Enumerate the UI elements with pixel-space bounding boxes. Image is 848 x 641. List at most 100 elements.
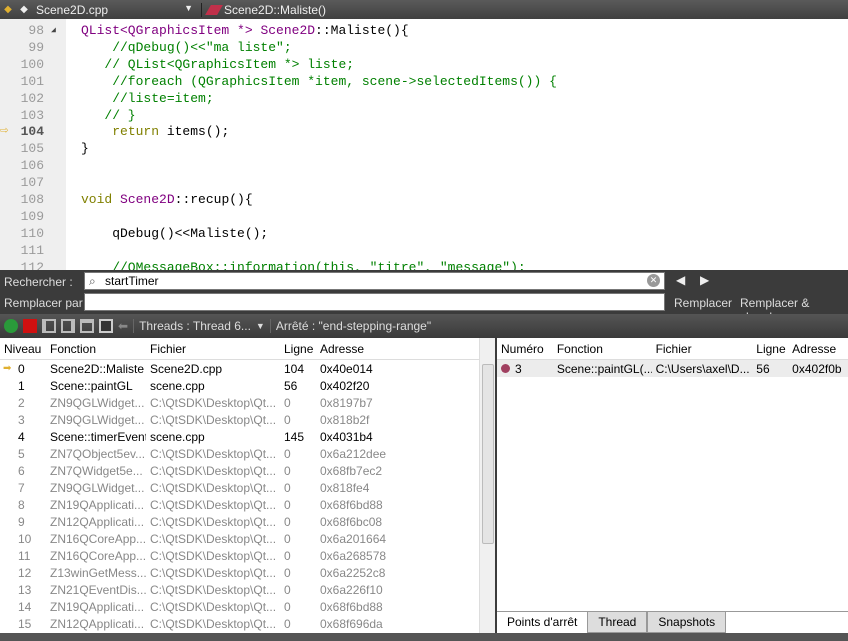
step-out-icon[interactable] (80, 319, 94, 333)
column-header[interactable]: Niveau (0, 342, 46, 356)
chevron-down-icon[interactable]: ▼ (256, 321, 265, 331)
find-previous-icon[interactable]: ◀ (676, 273, 685, 287)
code-token: //liste=item; (81, 90, 214, 106)
line-number: 108 (20, 192, 44, 207)
replace-button[interactable]: Remplacer (674, 296, 732, 310)
tab-points-d-arr-t[interactable]: Points d'arrêt (497, 612, 588, 633)
code-text: return items(); (81, 123, 229, 140)
code-token: //qDebug()<<"ma liste"; (81, 39, 292, 55)
reverse-arrow-icon[interactable]: ⬅ (118, 319, 128, 333)
stack-row[interactable]: 8 ZN19QApplicati... C:\QtSDK\Desktop\Qt...… (0, 496, 495, 513)
code-line: 110 qDebug()<<Maliste(); (0, 225, 848, 242)
stack-cell: 56 (284, 378, 298, 393)
stack-cell: C:\QtSDK\Desktop\Qt... (150, 480, 277, 495)
stack-cell: Scene2D.cpp (150, 361, 223, 376)
file-selector[interactable]: Scene2D.cpp ▼ (32, 2, 202, 17)
stack-cell: Scene::timerEvent (50, 429, 146, 444)
clear-icon[interactable]: ✕ (647, 274, 660, 287)
stack-cell: 0 (284, 463, 291, 478)
column-header[interactable]: Adresse (316, 342, 436, 356)
tab-snapshots[interactable]: Snapshots (647, 612, 727, 633)
threads-selector[interactable]: Threads : Thread 6... (133, 319, 251, 333)
step-into-icon[interactable] (61, 319, 75, 333)
stack-row[interactable]: 9 ZN12QApplicati... C:\QtSDK\Desktop\Qt...… (0, 513, 495, 530)
stack-cell: C:\QtSDK\Desktop\Qt... (150, 616, 277, 631)
code-token: // } (81, 107, 136, 123)
line-number: 101 (20, 73, 44, 89)
code-editor[interactable]: 98 ◢ QList<QGraphicsItem *> Scene2D::Malis… (0, 19, 848, 270)
stack-cell: 104 (284, 361, 305, 376)
column-header[interactable]: Fonction (46, 342, 146, 356)
stack-cell: 0x6a201664 (320, 531, 387, 546)
stack-cell: 2 (18, 395, 25, 410)
tab-thread[interactable]: Thread (587, 612, 648, 633)
stack-row[interactable]: 1 Scene::paintGL scene.cpp 56 0x402f20 (0, 377, 495, 394)
stack-cell: ZN16QCoreApp... (50, 548, 146, 563)
code-line: 112 //QMessageBox::information(this, "ti… (0, 259, 848, 270)
stack-row[interactable]: 13 ZN21QEventDis... C:\QtSDK\Desktop\Qt...… (0, 581, 495, 598)
find-next-icon[interactable]: ▶ (700, 273, 709, 287)
stack-row[interactable]: 6 ZN7QWidget5e... C:\QtSDK\Desktop\Qt... 0 0… (0, 462, 495, 479)
step-over-icon[interactable] (42, 319, 56, 333)
stack-cell: 0 (284, 548, 291, 563)
stack-cell: Scene::paintGL (50, 378, 133, 393)
stack-cell: scene.cpp (150, 378, 205, 393)
stack-row[interactable]: ➡ 0 Scene2D::Maliste Scene2D.cpp 104 0x40e014 (0, 360, 495, 377)
back-arrow-icon[interactable]: ◆ (0, 4, 16, 15)
stack-cell: 0 (284, 395, 291, 410)
search-input[interactable]: ⌕ startTimer ✕ (84, 272, 665, 290)
column-header[interactable]: Ligne (752, 342, 788, 356)
column-header[interactable]: Numéro (497, 342, 553, 356)
code-line: 103 // } (0, 107, 848, 124)
stack-row[interactable]: 10 ZN16QCoreApp... C:\QtSDK\Desktop\Qt... 0… (0, 530, 495, 547)
stack-cell: 0 (284, 480, 291, 495)
continue-icon[interactable] (4, 319, 18, 333)
stack-cell: 0 (284, 565, 291, 580)
stack-cell: 0x68f6bd88 (320, 599, 383, 614)
stack-cell: C:\QtSDK\Desktop\Qt... (150, 565, 277, 580)
stack-cell: 0 (284, 446, 291, 461)
stack-scrollbar[interactable] (479, 338, 495, 633)
column-header[interactable]: Ligne (280, 342, 316, 356)
stack-cell: 0 (284, 514, 291, 529)
stack-cell: 0x68f6bc08 (320, 514, 383, 529)
stack-row[interactable]: 3 ZN9QGLWidget... C:\QtSDK\Desktop\Qt... 0 0… (0, 411, 495, 428)
stack-cell: ZN19QApplicati... (50, 599, 145, 614)
code-token: Scene2D (260, 23, 316, 38)
column-header[interactable]: Adresse (788, 342, 848, 356)
stack-cell: ZN16QCoreApp... (50, 531, 146, 546)
line-number: 102 (20, 90, 44, 106)
breakpoint-cell: 56 (756, 361, 770, 376)
stack-row[interactable]: 11 ZN16QCoreApp... C:\QtSDK\Desktop\Qt... 0… (0, 547, 495, 564)
stack-row[interactable]: 7 ZN9QGLWidget... C:\QtSDK\Desktop\Qt... 0 0… (0, 479, 495, 496)
stack-cell: 6 (18, 463, 25, 478)
stack-row[interactable]: 14 ZN19QApplicati... C:\QtSDK\Desktop\Qt..… (0, 598, 495, 615)
breakpoint-row[interactable]: 3 Scene::paintGL(... C:\Users\axel\D... 56 0… (497, 360, 848, 377)
stack-row[interactable]: 2 ZN9QGLWidget... C:\QtSDK\Desktop\Qt... 0 0… (0, 394, 495, 411)
column-header[interactable]: Fichier (652, 342, 753, 356)
stack-cell: 1 (18, 378, 25, 393)
stack-cell: 4 (18, 429, 25, 444)
stop-icon[interactable] (23, 319, 37, 333)
code-token: QList<QGraphicsItem *> (81, 23, 261, 38)
code-text: //qDebug()<<"ma liste"; (81, 39, 292, 56)
code-text: //liste=item; (81, 90, 214, 107)
execution-arrow-icon: ⇨ (0, 123, 9, 140)
breakpoint-cell: C:\Users\axel\D... (655, 361, 750, 376)
fold-icon[interactable]: ◢ (51, 22, 56, 39)
function-selector[interactable]: Scene2D::Maliste() (202, 3, 326, 17)
stack-cell: 0x68fb7ec2 (320, 463, 383, 478)
scrollbar-thumb[interactable] (482, 364, 494, 544)
stack-cell: 0 (284, 616, 291, 631)
column-header[interactable]: Fonction (553, 342, 652, 356)
stack-row[interactable]: 12 Z13winGetMess... C:\QtSDK\Desktop\Qt...… (0, 564, 495, 581)
replace-input[interactable] (84, 293, 665, 311)
stack-row[interactable]: 15 ZN12QApplicati... C:\QtSDK\Desktop\Qt..… (0, 615, 495, 632)
stack-row[interactable]: 5 ZN7QObject5ev... C:\QtSDK\Desktop\Qt... 0… (0, 445, 495, 462)
column-header[interactable]: Fichier (146, 342, 280, 356)
forward-arrow-icon[interactable]: ◆ (16, 4, 32, 15)
disassembly-icon[interactable] (99, 319, 113, 333)
stack-row[interactable]: 4 Scene::timerEvent scene.cpp 145 0x4031b4 (0, 428, 495, 445)
breakpoint-cell: Scene::paintGL(... (556, 361, 652, 376)
